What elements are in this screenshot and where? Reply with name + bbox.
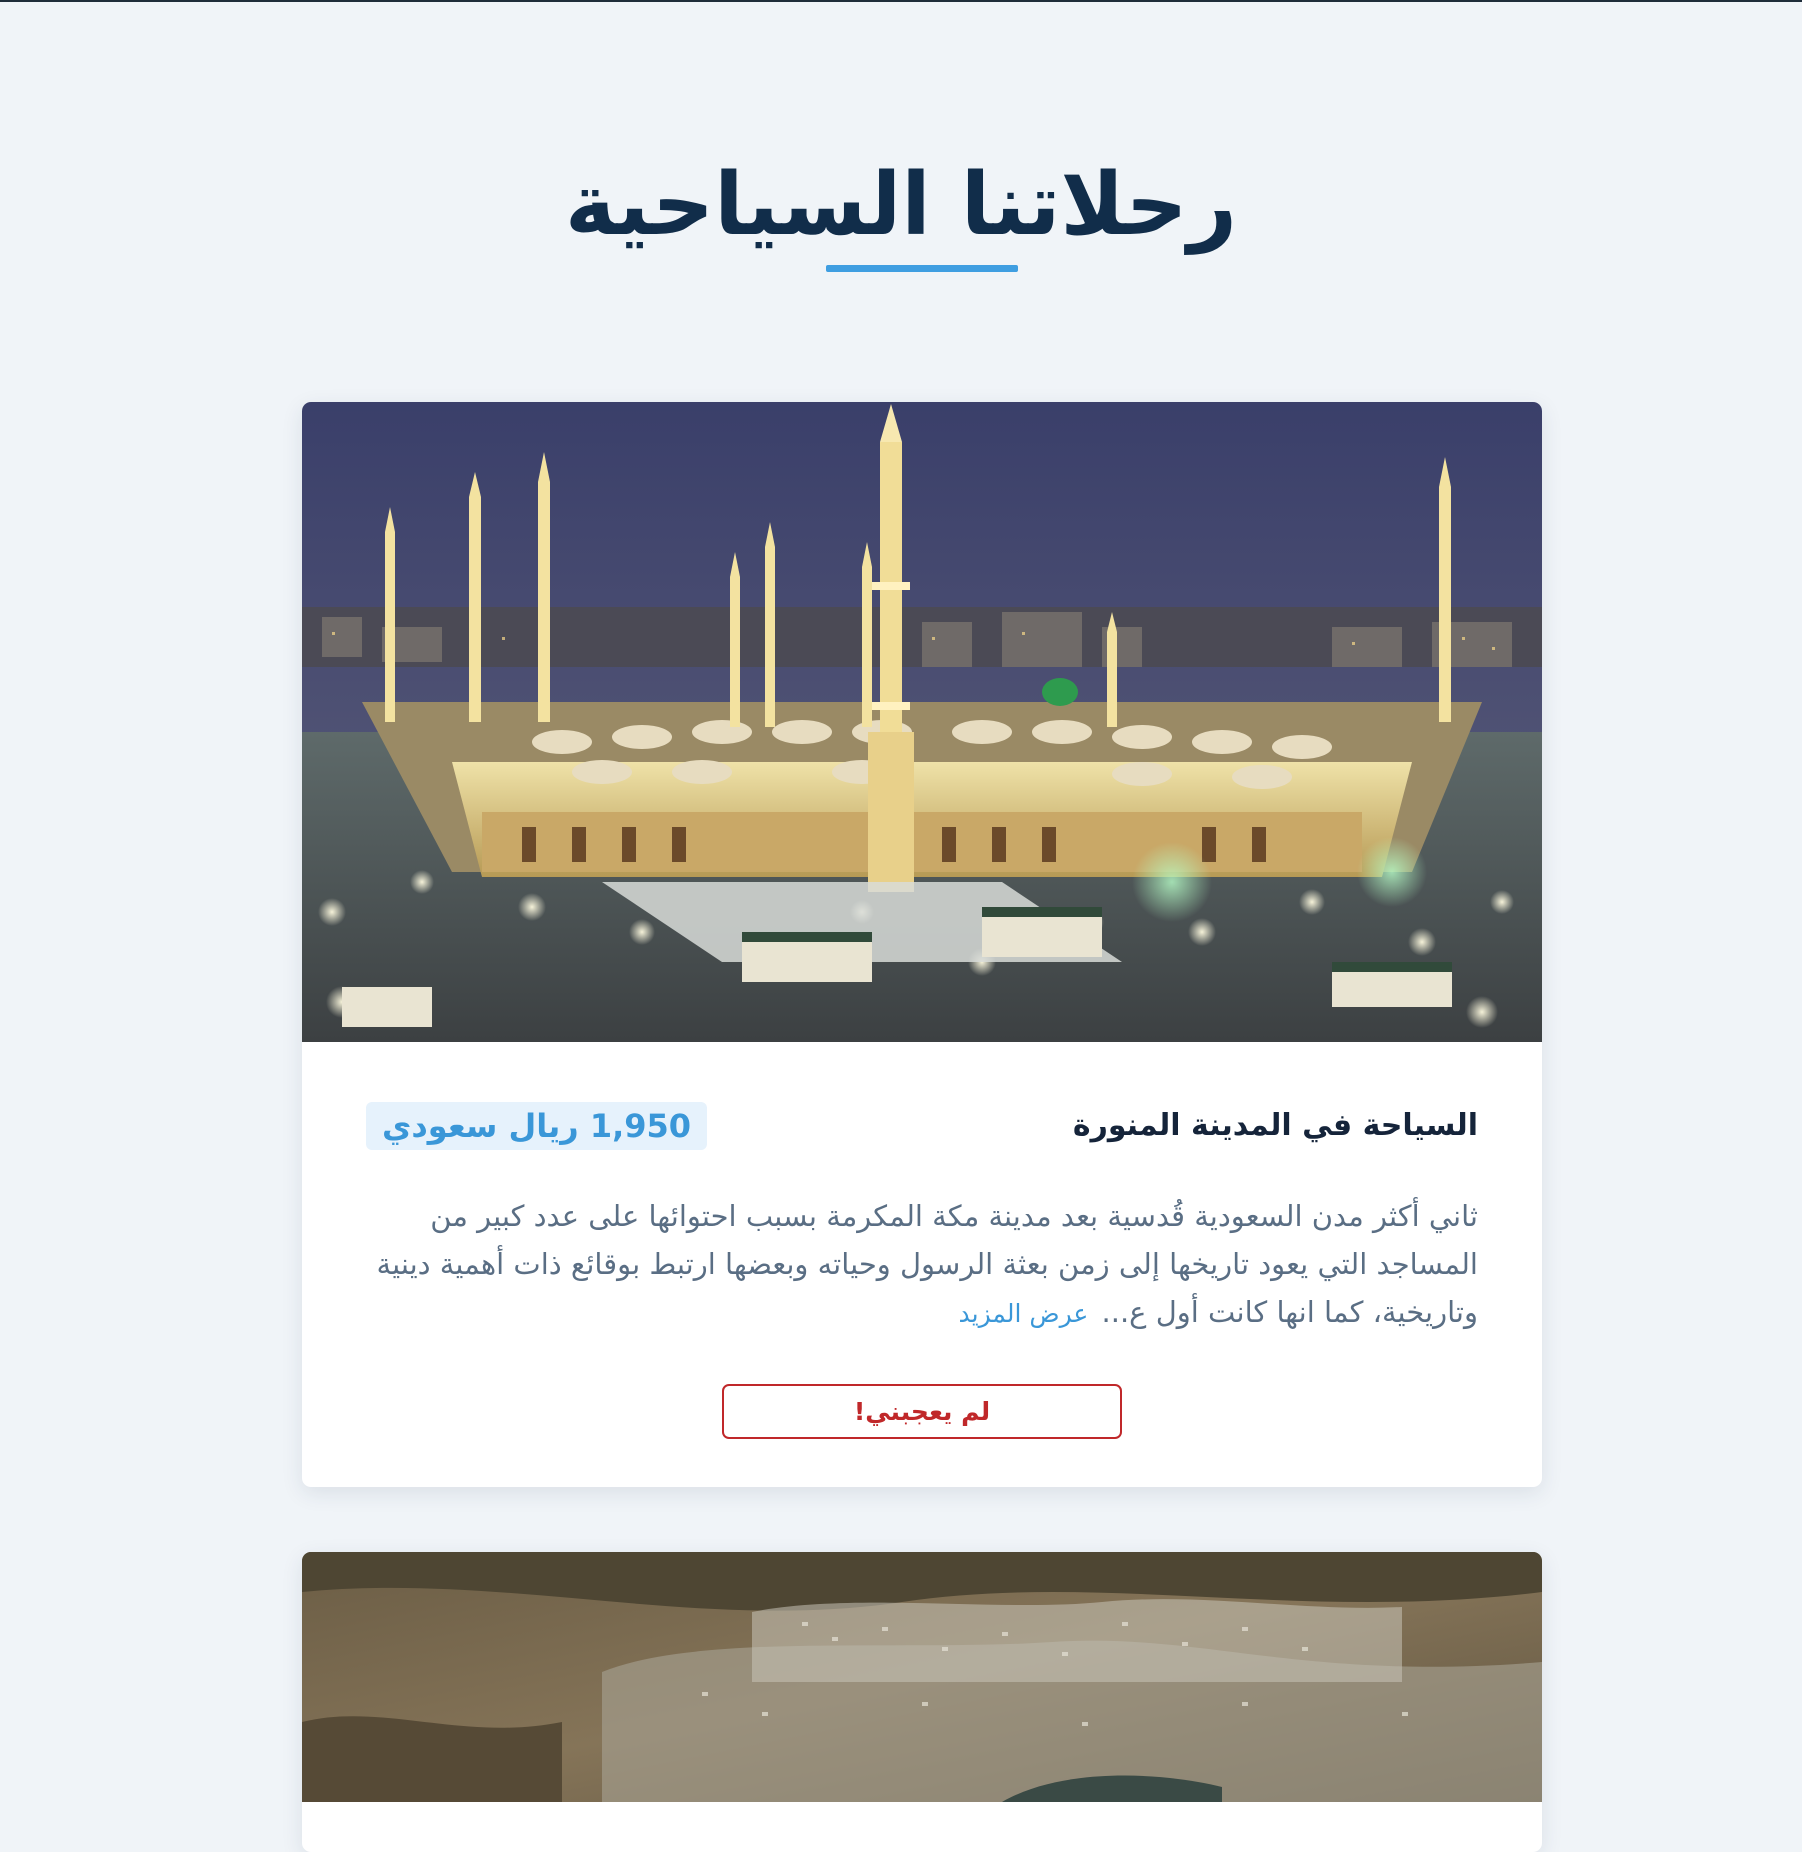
trip-image-mosque <box>302 402 1542 1042</box>
trip-card-body: السياحة في المدينة المنورة 1,950 ريال سع… <box>302 1102 1542 1439</box>
dislike-button[interactable]: لم يعجبني! <box>722 1384 1122 1439</box>
top-border <box>0 0 1802 2</box>
trip-card: السياحة في المدينة المنورة 1,950 ريال سع… <box>302 402 1542 1487</box>
trip-description-text: ثاني أكثر مدن السعودية قُدسية بعد مدينة … <box>376 1199 1478 1329</box>
trip-image-city <box>302 1552 1542 1802</box>
title-underline <box>826 265 1018 272</box>
read-more-link[interactable]: عرض المزيد <box>959 1299 1089 1328</box>
trip-title: السياحة في المدينة المنورة <box>1072 1108 1478 1143</box>
price-badge: 1,950 ريال سعودي <box>366 1102 708 1150</box>
trip-card-header: السياحة في المدينة المنورة 1,950 ريال سع… <box>366 1102 1478 1162</box>
trip-description: ثاني أكثر مدن السعودية قُدسية بعد مدينة … <box>366 1192 1478 1338</box>
trip-card <box>302 1552 1542 1852</box>
page-title: رحلاتنا السياحية <box>564 155 1238 255</box>
